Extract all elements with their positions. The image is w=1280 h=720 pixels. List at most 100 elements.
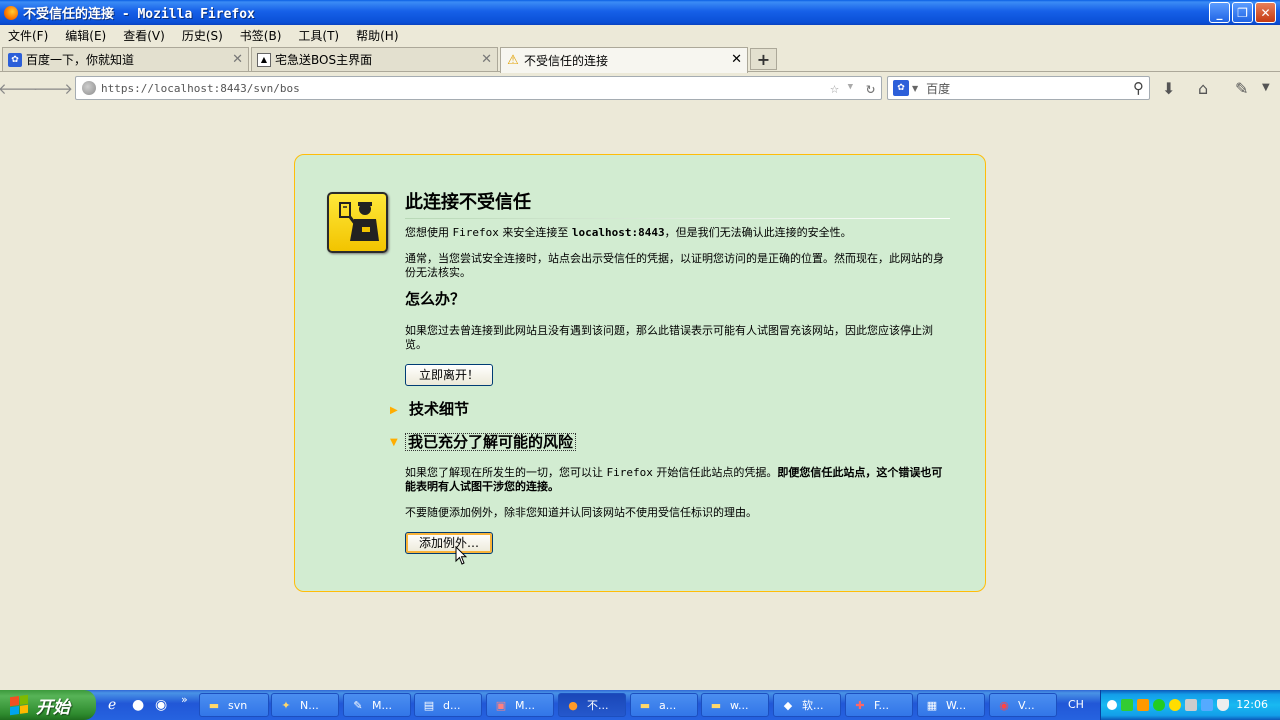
taskbar-item-label: svn xyxy=(228,698,248,712)
understand-risks-label: 我已充分了解可能的风险 xyxy=(405,433,577,451)
menu-file[interactable]: 文件(F) xyxy=(8,27,48,44)
p1-host: localhost:8443 xyxy=(571,226,665,239)
technical-details-expander[interactable]: ▶ 技术细节 xyxy=(390,401,471,417)
folder-icon: ▬ xyxy=(710,698,722,712)
sheriff-icon xyxy=(327,192,388,253)
understand-risks-expander[interactable]: ▼ 我已充分了解可能的风险 xyxy=(390,433,577,451)
image-icon: ▲ xyxy=(257,52,271,67)
taskbar-item[interactable]: ▬ w... xyxy=(701,693,769,717)
language-indicator[interactable]: CH xyxy=(1068,698,1084,711)
tab-close-icon[interactable]: ✕ xyxy=(232,52,243,67)
tab-bar: ✿ 百度一下，你就知道 ✕ ▲ 宅急送BOS主界面 ✕ ⚠ 不受信任的连接 ✕ … xyxy=(0,46,1280,73)
expanded-triangle-icon: ▼ xyxy=(390,437,398,448)
url-bar[interactable]: https://localhost:8443/svn/bos ☆ ▼ ↻ xyxy=(75,76,882,100)
tab-baidu[interactable]: ✿ 百度一下，你就知道 ✕ xyxy=(2,47,249,71)
restore-button[interactable]: ❐ xyxy=(1232,2,1253,23)
taskbar-item[interactable]: ▤ d... xyxy=(414,693,482,717)
menu-dropdown-icon[interactable]: ▼ xyxy=(1262,82,1270,93)
system-tray: 12:06 xyxy=(1100,690,1280,720)
menu-tools[interactable]: 工具(T) xyxy=(298,27,339,44)
menu-history[interactable]: 历史(S) xyxy=(182,27,223,44)
window-title-bar: 不受信任的连接 - Mozilla Firefox _ ❐ ✕ xyxy=(0,0,1280,25)
error-title: 此连接不受信任 xyxy=(405,191,950,219)
mouse-cursor-icon xyxy=(455,546,467,565)
shield-icon[interactable] xyxy=(1217,699,1229,711)
menu-edit[interactable]: 编辑(E) xyxy=(65,27,106,44)
warning-icon: ⚠ xyxy=(507,53,519,68)
start-button[interactable]: 开始 xyxy=(0,690,96,720)
bookmark-star-icon[interactable]: ☆ xyxy=(830,79,839,97)
error-paragraph-2: 通常，当您尝试安全连接时，站点会出示受信任的凭据，以证明您访问的是正确的位置。然… xyxy=(405,252,944,279)
minimize-button[interactable]: _ xyxy=(1209,2,1230,23)
taskbar-item[interactable]: ◆ 软... xyxy=(773,693,841,717)
tray-app-icon[interactable] xyxy=(1169,699,1181,711)
search-bar[interactable]: ✿ ▼ 百度 ⚲ xyxy=(887,76,1150,100)
untrusted-connection-panel: 此连接不受信任 您想使用 Firefox 来安全连接至 localhost:84… xyxy=(294,154,986,592)
baidu-engine-icon[interactable]: ✿ xyxy=(893,80,909,96)
tray-app-icon[interactable] xyxy=(1121,699,1133,711)
what-to-do-heading: 怎么办？ xyxy=(405,290,466,308)
taskbar-item-label: W... xyxy=(946,698,967,712)
tab-bos[interactable]: ▲ 宅急送BOS主界面 ✕ xyxy=(251,47,498,71)
taskbar-item-label: w... xyxy=(730,698,749,712)
taskbar-item-label: N... xyxy=(300,698,319,712)
taskbar-item-label: d... xyxy=(443,698,461,712)
add-exception-button[interactable]: 添加例外… xyxy=(405,532,493,554)
tab-label: 百度一下，你就知道 xyxy=(26,53,135,67)
error-paragraph-1: 您想使用 Firefox 来安全连接至 localhost:8443，但是我们无… xyxy=(405,226,950,240)
ie-icon[interactable]: ℯ xyxy=(108,697,116,713)
taskbar-item[interactable]: ◉ V... xyxy=(989,693,1057,717)
taskbar-item[interactable]: ▬ svn xyxy=(199,693,269,717)
addon-icon[interactable]: ✎ xyxy=(1235,79,1248,98)
tray-app-icon[interactable] xyxy=(1137,699,1149,711)
folder-icon: ▬ xyxy=(208,698,220,712)
home-icon[interactable]: ⌂ xyxy=(1198,79,1208,98)
error-paragraph-3: 如果您过去曾连接到此网站且没有遇到该问题，那么此错误表示可能有人试图冒充该网站，… xyxy=(405,324,933,351)
menu-bar: 文件(F) 编辑(E) 查看(V) 历史(S) 书签(B) 工具(T) 帮助(H… xyxy=(0,25,1280,45)
search-input[interactable]: 百度 xyxy=(926,80,950,97)
search-icon[interactable]: ⚲ xyxy=(1133,79,1144,97)
taskbar-item[interactable]: ▬ a... xyxy=(630,693,698,717)
quicklaunch-more-icon[interactable]: » xyxy=(181,693,188,706)
reload-icon[interactable]: ↻ xyxy=(866,79,875,97)
app-quicklaunch-icon[interactable]: ◉ xyxy=(155,697,167,713)
p4-text: 如果您了解现在所发生的一切，您可以让 xyxy=(405,466,607,479)
engine-dropdown-icon[interactable]: ▼ xyxy=(912,84,918,93)
baidu-paw-icon: ✿ xyxy=(8,52,22,67)
taskbar-item[interactable]: ✚ F... xyxy=(845,693,913,717)
close-window-button[interactable]: ✕ xyxy=(1255,2,1276,23)
error-paragraph-5: 不要随便添加例外，除非您知道并认同该网站不使用受信任标识的理由。 xyxy=(405,506,757,519)
taskbar-item-label: a... xyxy=(659,698,677,712)
tab-close-icon[interactable]: ✕ xyxy=(481,52,492,67)
clock[interactable]: 12:06 xyxy=(1236,698,1268,711)
taskbar-item-label: M... xyxy=(515,698,535,712)
get-me-out-button[interactable]: 立即离开！ xyxy=(405,364,493,386)
app-icon: ▣ xyxy=(495,698,507,712)
tray-app-icon[interactable] xyxy=(1201,699,1213,711)
taskbar-item[interactable]: ✎ M... xyxy=(343,693,411,717)
menu-bookmarks[interactable]: 书签(B) xyxy=(240,27,282,44)
taskbar-item[interactable]: ▦ W... xyxy=(917,693,985,717)
tray-expand-icon[interactable] xyxy=(1107,700,1117,710)
eclipse-icon: ✎ xyxy=(353,698,363,712)
start-label: 开始 xyxy=(36,697,70,718)
tab-untrusted[interactable]: ⚠ 不受信任的连接 ✕ xyxy=(500,47,748,73)
navigation-bar: 🡐 🡒 https://localhost:8443/svn/bos ☆ ▼ ↻… xyxy=(0,73,1280,103)
taskbar-item-label: 不... xyxy=(587,699,609,712)
url-dropdown-icon[interactable]: ▼ xyxy=(848,82,853,92)
taskbar-item-active[interactable]: ● 不... xyxy=(558,693,626,717)
globe-icon xyxy=(82,81,96,95)
tab-close-icon[interactable]: ✕ xyxy=(731,52,742,67)
taskbar-item[interactable]: ▣ M... xyxy=(486,693,554,717)
menu-view[interactable]: 查看(V) xyxy=(123,27,165,44)
new-tab-button[interactable]: + xyxy=(750,48,777,70)
taskbar-item[interactable]: ✦ N... xyxy=(271,693,339,717)
firefox-quicklaunch-icon[interactable]: ● xyxy=(132,697,144,713)
back-button[interactable]: 🡐 xyxy=(0,78,38,98)
p1-text-post: ，但是我们无法确认此连接的安全性。 xyxy=(664,226,852,239)
downloads-icon[interactable]: ⬇ xyxy=(1162,79,1175,98)
forward-button[interactable]: 🡒 xyxy=(33,78,73,98)
tray-app-icon[interactable] xyxy=(1153,699,1165,711)
network-icon[interactable] xyxy=(1185,699,1197,711)
menu-help[interactable]: 帮助(H) xyxy=(356,27,398,44)
